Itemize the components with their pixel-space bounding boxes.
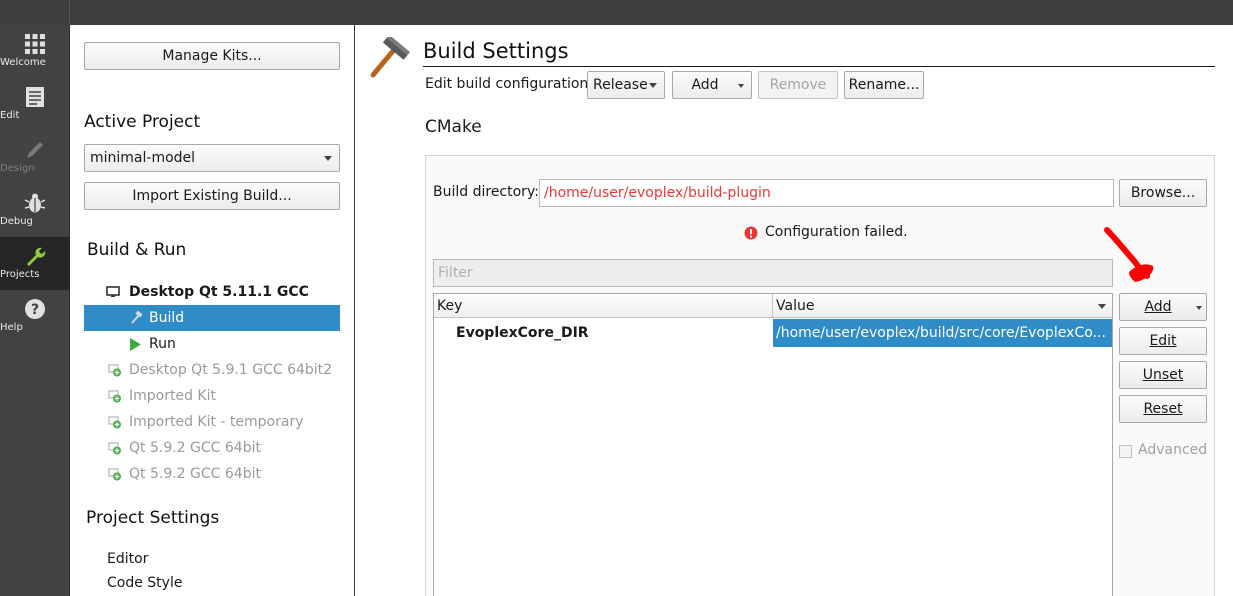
project-settings-editor[interactable]: Editor bbox=[107, 546, 340, 572]
page-title: Build Settings bbox=[423, 39, 569, 63]
row-value[interactable]: /home/user/evoplex/build/src/core/Evople… bbox=[773, 319, 1112, 347]
add-kit-icon bbox=[108, 364, 121, 377]
add-entry-label: Add bbox=[1144, 299, 1172, 315]
table-row[interactable]: EvoplexCore_DIR /home/user/evoplex/build… bbox=[434, 319, 1112, 347]
play-icon bbox=[130, 338, 141, 351]
add-config-label: Add bbox=[691, 77, 719, 93]
mode-bar: Welcome Edit Design Debug Projects ? Hel… bbox=[0, 25, 70, 596]
add-kit-icon bbox=[108, 416, 121, 429]
edit-build-config-label: Edit build configuration: bbox=[425, 76, 594, 92]
kit-other-label: Qt 5.9.2 GCC 64bit bbox=[129, 466, 261, 482]
error-icon bbox=[744, 226, 758, 240]
pencil-icon bbox=[27, 142, 43, 158]
mode-design[interactable]: Design bbox=[0, 131, 70, 184]
chevron-down-icon bbox=[324, 156, 332, 161]
manage-kits-button[interactable]: Manage Kits... bbox=[84, 42, 340, 70]
mode-edit-label: Edit bbox=[0, 110, 20, 121]
mode-help[interactable]: ? Help bbox=[0, 290, 70, 343]
projects-sidebar: Manage Kits... Active Project minimal-mo… bbox=[70, 25, 354, 596]
kit-other[interactable]: Imported Kit - temporary bbox=[106, 409, 340, 435]
kit-other[interactable]: Qt 5.9.2 GCC 64bit bbox=[106, 435, 340, 461]
filter-input[interactable]: Filter bbox=[433, 259, 1113, 287]
add-kit-icon bbox=[108, 468, 121, 481]
remove-config-button[interactable]: Remove bbox=[758, 71, 838, 99]
mode-debug[interactable]: Debug bbox=[0, 184, 70, 237]
mode-help-label: Help bbox=[0, 322, 23, 333]
kit-build-label: Build bbox=[149, 310, 185, 326]
active-project-select[interactable]: minimal-model bbox=[84, 144, 340, 172]
mode-welcome[interactable]: Welcome bbox=[0, 25, 70, 78]
monitor-icon bbox=[106, 286, 120, 297]
mode-welcome-label: Welcome bbox=[0, 57, 46, 68]
column-header-value-label: Value bbox=[776, 298, 815, 314]
cmake-variables-table: Key Value EvoplexCore_DIR /home/user/evo… bbox=[433, 293, 1113, 596]
kit-build-item[interactable]: Build bbox=[84, 305, 340, 331]
active-project-heading: Active Project bbox=[84, 112, 201, 132]
mode-projects[interactable]: Projects bbox=[0, 237, 70, 290]
build-settings-panel: Build Settings Edit build configuration:… bbox=[355, 25, 1233, 596]
build-run-heading: Build & Run bbox=[87, 240, 187, 260]
hammer-icon bbox=[370, 37, 410, 78]
wrench-icon bbox=[27, 247, 46, 266]
mode-design-label: Design bbox=[0, 163, 35, 174]
svg-text:?: ? bbox=[31, 302, 39, 318]
cmake-heading: CMake bbox=[425, 117, 482, 137]
build-directory-label: Build directory: bbox=[433, 184, 539, 200]
mode-debug-label: Debug bbox=[0, 216, 33, 227]
chevron-down-icon bbox=[1098, 304, 1106, 309]
hammer-icon bbox=[131, 311, 143, 324]
add-kit-icon bbox=[108, 390, 121, 403]
project-settings-code-style[interactable]: Code Style bbox=[107, 570, 340, 596]
kit-other-label: Qt 5.9.2 GCC 64bit bbox=[129, 440, 261, 456]
bug-icon bbox=[24, 193, 46, 213]
grid-icon bbox=[25, 34, 45, 54]
chevron-down-icon bbox=[649, 83, 657, 88]
column-header-key[interactable]: Key bbox=[434, 294, 773, 318]
configuration-status: Configuration failed. bbox=[765, 224, 908, 240]
build-config-select[interactable]: Release bbox=[587, 71, 665, 99]
mode-edit[interactable]: Edit bbox=[0, 78, 70, 131]
mode-projects-label: Projects bbox=[0, 269, 40, 280]
build-config-value: Release bbox=[593, 77, 648, 93]
cmake-settings-box: Build directory: /home/user/evoplex/buil… bbox=[425, 155, 1215, 596]
unset-entry-label: Unset bbox=[1142, 367, 1184, 383]
top-toolbar bbox=[0, 0, 1233, 25]
browse-button[interactable]: Browse... bbox=[1119, 179, 1207, 207]
add-entry-button[interactable]: Add bbox=[1119, 293, 1207, 321]
title-underline bbox=[423, 66, 1215, 67]
chevron-down-icon bbox=[738, 84, 744, 88]
kit-other[interactable]: Qt 5.9.2 GCC 64bit bbox=[106, 461, 340, 487]
chevron-down-icon bbox=[1196, 306, 1202, 310]
row-key: EvoplexCore_DIR bbox=[456, 325, 589, 341]
kit-other-label: Imported Kit - temporary bbox=[129, 414, 304, 430]
question-icon: ? bbox=[25, 299, 45, 319]
advanced-label: Advanced bbox=[1138, 442, 1208, 458]
rename-config-button[interactable]: Rename... bbox=[844, 71, 924, 99]
reset-entry-button[interactable]: Reset bbox=[1119, 395, 1207, 423]
kit-other[interactable]: Imported Kit bbox=[106, 383, 340, 409]
active-project-value: minimal-model bbox=[90, 150, 196, 166]
edit-entry-label: Edit bbox=[1149, 333, 1177, 349]
kit-other-label: Desktop Qt 5.9.1 GCC 64bit2 bbox=[129, 362, 333, 378]
unset-entry-button[interactable]: Unset bbox=[1119, 361, 1207, 389]
column-header-value[interactable]: Value bbox=[773, 294, 1112, 318]
kit-run-label: Run bbox=[149, 336, 176, 352]
advanced-checkbox[interactable] bbox=[1119, 445, 1132, 458]
build-directory-input[interactable]: /home/user/evoplex/build-plugin bbox=[539, 179, 1114, 207]
project-settings-heading: Project Settings bbox=[86, 508, 220, 528]
kit-other-label: Imported Kit bbox=[129, 388, 216, 404]
kit-other[interactable]: Desktop Qt 5.9.1 GCC 64bit2 bbox=[106, 357, 340, 383]
import-existing-build-button[interactable]: Import Existing Build... bbox=[84, 182, 340, 210]
edit-entry-button[interactable]: Edit bbox=[1119, 327, 1207, 355]
document-icon bbox=[26, 87, 44, 107]
kit-run-item[interactable]: Run bbox=[84, 331, 340, 357]
reset-entry-label: Reset bbox=[1143, 401, 1183, 417]
kit-desktop-qt-5-11-1[interactable]: Desktop Qt 5.11.1 GCC 64bit bbox=[106, 279, 340, 326]
add-config-button[interactable]: Add bbox=[672, 71, 752, 99]
add-kit-icon bbox=[108, 442, 121, 455]
